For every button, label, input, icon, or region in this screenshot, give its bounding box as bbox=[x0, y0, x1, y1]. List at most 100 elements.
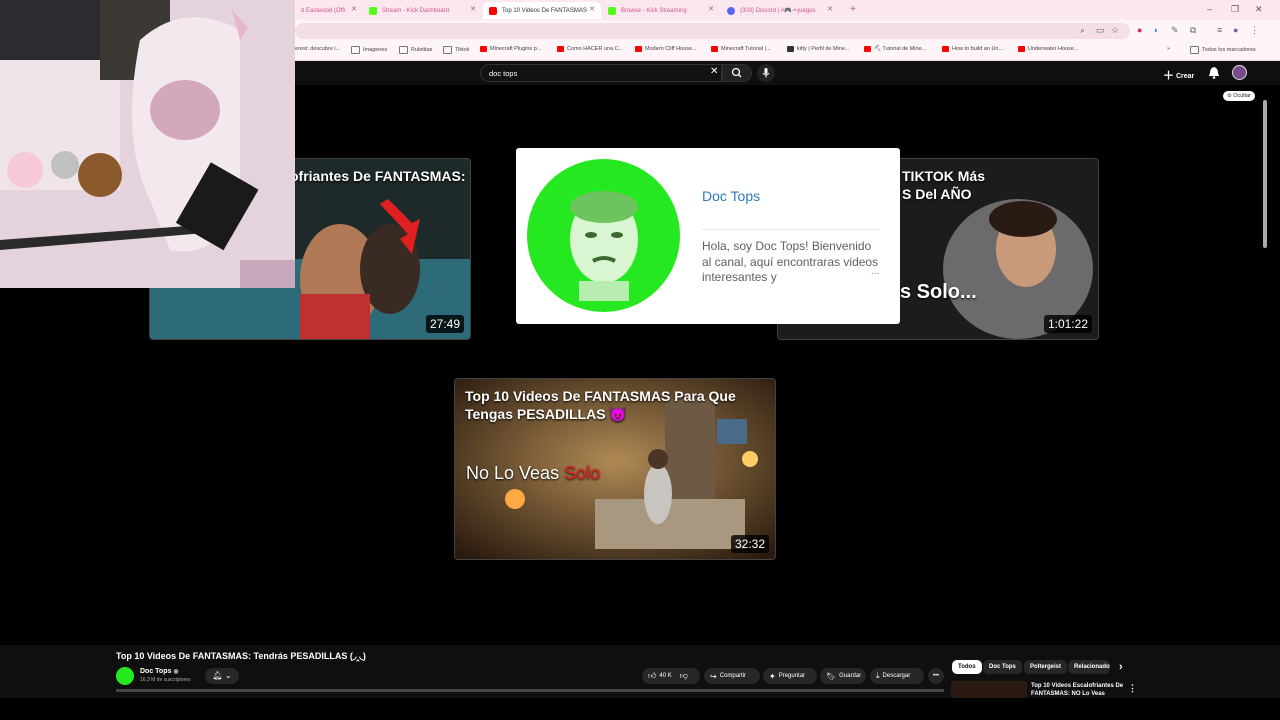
maximize-icon[interactable]: ❐ bbox=[1231, 4, 1239, 15]
close-window-icon[interactable]: ✕ bbox=[1255, 4, 1263, 15]
close-tab-icon[interactable]: ✕ bbox=[589, 5, 595, 13]
extension-icon[interactable]: ✎ bbox=[1171, 25, 1179, 36]
browser-tab[interactable]: Browse - Kick Streaming ✕ bbox=[602, 2, 720, 19]
browser-tab[interactable]: Stream - Kick Dashboard ✕ bbox=[363, 2, 482, 19]
bookmark-item[interactable]: Underwater House... bbox=[1018, 46, 1078, 52]
chip-poltergeist[interactable]: Poltergeist bbox=[1024, 660, 1068, 674]
recommended-video-title[interactable]: Top 10 Videos Escalofriantes De FANTASMA… bbox=[1031, 682, 1126, 698]
browser-tab[interactable]: d Eastwood (Offi ✕ bbox=[295, 2, 363, 19]
extensions-puzzle-icon[interactable]: ⧉ bbox=[1190, 25, 1196, 36]
webcam-overlay bbox=[0, 0, 295, 288]
tab-label: Stream - Kick Dashboard bbox=[382, 7, 450, 14]
bookmark-item[interactable]: ⛏ Tutorial de Mine... bbox=[864, 46, 926, 52]
browser-tab-bar: d Eastwood (Offi ✕ Stream - Kick Dashboa… bbox=[295, 0, 1280, 20]
bookmark-item[interactable]: How to build an Un... bbox=[942, 46, 1003, 52]
install-app-icon[interactable]: ▭ bbox=[1096, 25, 1105, 36]
close-tab-icon[interactable]: ✕ bbox=[351, 5, 357, 13]
more-icon: ••• bbox=[932, 673, 940, 679]
kick-favicon-icon bbox=[608, 6, 616, 15]
bookmark-label: Minecraft Plugins p... bbox=[490, 46, 542, 52]
recommended-video-thumbnail[interactable] bbox=[951, 681, 1027, 698]
bookmark-item[interactable]: Imagenes bbox=[351, 46, 387, 54]
channel-logo[interactable] bbox=[527, 159, 680, 312]
browser-tab[interactable]: (303) Discord | #🎮-•-juegos ✕ bbox=[721, 2, 839, 19]
video-thumbnail[interactable]: Top 10 Videos De FANTASMAS Para Que Teng… bbox=[454, 378, 776, 560]
bookmark-label: Modern Cliff House... bbox=[645, 46, 697, 52]
clear-search-icon[interactable]: ✕ bbox=[710, 66, 718, 77]
bookmark-star-icon[interactable]: ☆ bbox=[1111, 25, 1119, 36]
avatar[interactable] bbox=[1232, 65, 1247, 80]
like-button[interactable]: 👍︎ 40 K 👎︎ bbox=[642, 668, 700, 684]
download-icon: ⤓ bbox=[876, 671, 880, 680]
discord-favicon-icon bbox=[727, 6, 735, 15]
youtube-icon bbox=[557, 46, 564, 52]
thumbs-down-icon[interactable]: 👎︎ bbox=[680, 671, 688, 681]
bookmarks-more-button[interactable]: » bbox=[1167, 46, 1170, 52]
zoom-icon[interactable]: ⌕ bbox=[1080, 25, 1085, 36]
browser-tab-active[interactable]: Top 10 Videos De FANTASMAS ✕ bbox=[483, 2, 601, 19]
channel-avatar[interactable] bbox=[116, 667, 134, 685]
search-button[interactable] bbox=[722, 64, 752, 82]
subscribe-bell-button[interactable]: 🔔︎ ⌄ bbox=[205, 668, 239, 684]
channel-name-text: Doc Tops bbox=[140, 668, 172, 675]
voice-search-button[interactable] bbox=[757, 64, 775, 82]
notifications-bell-icon[interactable] bbox=[1208, 65, 1220, 79]
bookmark-item[interactable]: Minecraft Plugins p... bbox=[480, 46, 541, 52]
bookmark-label: Tiktok bbox=[455, 47, 470, 53]
youtube-icon bbox=[480, 46, 487, 52]
youtube-icon bbox=[1018, 46, 1025, 52]
bookmark-label: How to build an Un... bbox=[952, 46, 1004, 52]
close-tab-icon[interactable]: ✕ bbox=[827, 5, 833, 13]
menu-icon[interactable]: ⋮ bbox=[1250, 25, 1259, 36]
overlay-text-white: No Lo Veas bbox=[466, 463, 565, 483]
bookmark-label: Ruletitas bbox=[411, 47, 433, 53]
more-actions-button[interactable]: ••• bbox=[928, 668, 944, 684]
chip-doc-tops[interactable]: Doc Tops bbox=[983, 660, 1022, 674]
share-label: Compartir bbox=[719, 673, 747, 679]
scrollbar-thumb[interactable] bbox=[1263, 100, 1267, 248]
channel-name-link[interactable]: Doc Tops bbox=[702, 188, 760, 204]
media-icon[interactable]: ≡ bbox=[1217, 25, 1222, 35]
bookmark-item[interactable]: Minecraft Tutorial |... bbox=[711, 46, 771, 52]
ask-button[interactable]: ✦ Preguntar bbox=[763, 668, 817, 684]
bookmark-label: kitty | Perfil de Mine... bbox=[797, 46, 850, 52]
more-description-button[interactable]: ... bbox=[871, 266, 879, 277]
video-title: Top 10 Videos De FANTASMAS: Tendrás PESA… bbox=[116, 651, 366, 661]
share-button[interactable]: ↪ Compartir bbox=[704, 668, 760, 684]
search-input[interactable]: doc tops bbox=[480, 64, 722, 82]
download-button[interactable]: ⤓ Descargar bbox=[870, 668, 924, 684]
hide-button[interactable]: ⊘ Ocultar bbox=[1223, 91, 1255, 101]
more-vert-icon[interactable]: ⋮ bbox=[1122, 681, 1143, 695]
bookmark-icon: 🔖︎ bbox=[826, 671, 837, 681]
bookmark-item[interactable]: Ruletitas bbox=[399, 46, 432, 54]
extension-icon[interactable]: ◗ bbox=[1153, 25, 1158, 35]
channel-name-link[interactable]: Doc Tops ◉ bbox=[140, 668, 179, 675]
chips-next-button[interactable]: › bbox=[1113, 660, 1129, 674]
bookmark-item[interactable]: kitty | Perfil de Mine... bbox=[787, 46, 849, 52]
minimize-icon[interactable]: – bbox=[1207, 4, 1212, 14]
chip-relacionado[interactable]: Relacionado bbox=[1068, 660, 1110, 674]
video-progress-bar[interactable] bbox=[116, 689, 944, 692]
new-tab-button[interactable]: + bbox=[847, 4, 859, 16]
tab-label: Top 10 Videos De FANTASMAS bbox=[502, 7, 587, 14]
create-label: Crear bbox=[1175, 73, 1195, 80]
bookmark-item[interactable]: Tiktok bbox=[443, 46, 469, 54]
profile-icon[interactable]: ● bbox=[1233, 25, 1238, 35]
kick-favicon-icon bbox=[369, 6, 377, 15]
folder-icon bbox=[399, 46, 408, 54]
chip-todos[interactable]: Todos bbox=[952, 660, 982, 674]
omnibox-input[interactable] bbox=[295, 23, 1130, 39]
thumbs-up-icon: 👍︎ bbox=[648, 671, 657, 680]
bookmark-item[interactable]: erest: descubre i... bbox=[295, 46, 340, 52]
close-tab-icon[interactable]: ✕ bbox=[470, 5, 476, 13]
search-icon bbox=[731, 67, 742, 78]
create-button[interactable]: ＋ Crear bbox=[1163, 67, 1194, 83]
bookmark-item[interactable]: Modern Cliff House... bbox=[635, 46, 697, 52]
save-button[interactable]: 🔖︎ Guardar bbox=[820, 668, 866, 684]
bookmark-item[interactable]: Como HACER una C... bbox=[557, 46, 623, 52]
opera-extension-icon[interactable]: ● bbox=[1137, 25, 1142, 35]
close-tab-icon[interactable]: ✕ bbox=[708, 5, 714, 13]
all-bookmarks-button[interactable]: Todos los marcadores bbox=[1190, 46, 1256, 54]
bookmark-label: Imagenes bbox=[363, 47, 388, 53]
youtube-icon bbox=[942, 46, 949, 52]
